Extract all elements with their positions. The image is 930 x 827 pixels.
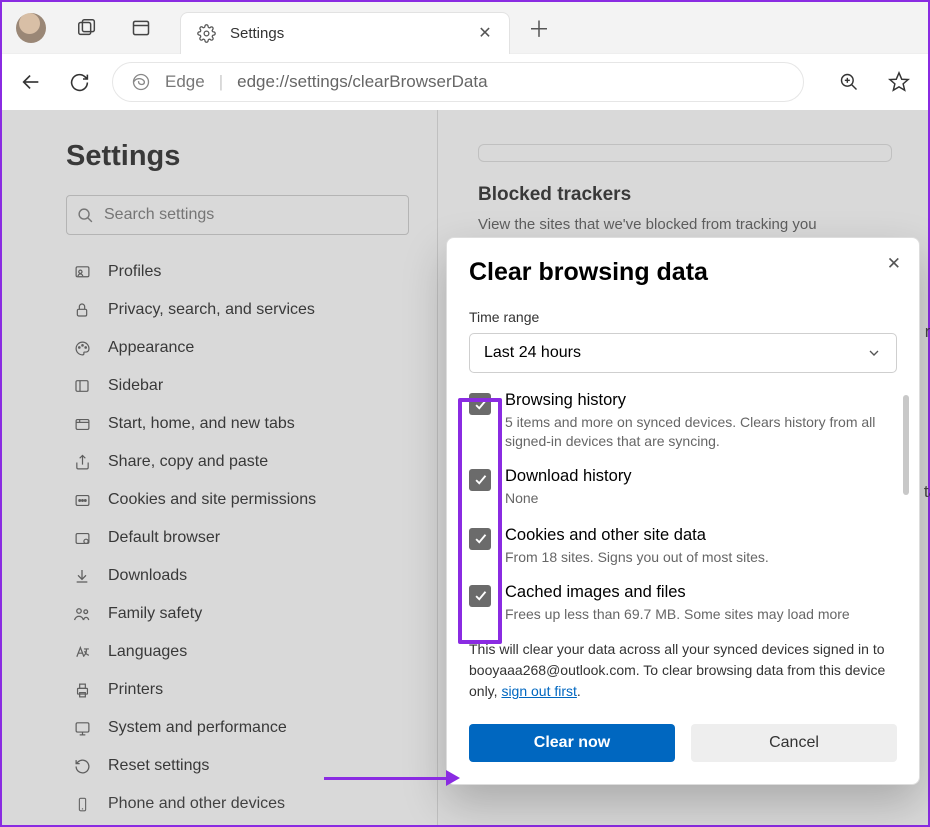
option-title: Download history <box>505 467 632 486</box>
gear-icon <box>197 24 216 43</box>
checkbox-browsing-history[interactable] <box>469 393 491 415</box>
tab-actions-icon[interactable] <box>130 17 152 39</box>
checkbox-cookies[interactable] <box>469 528 491 550</box>
option-desc: None <box>505 489 632 508</box>
toolbar: Edge | edge://settings/clearBrowserData <box>2 54 928 110</box>
tab-title: Settings <box>230 25 475 42</box>
option-cookies: Cookies and other site data From 18 site… <box>469 526 897 567</box>
option-cache: Cached images and files Frees up less th… <box>469 583 897 624</box>
checkbox-cache[interactable] <box>469 585 491 607</box>
option-title: Cached images and files <box>505 583 850 602</box>
chevron-down-icon <box>866 345 882 361</box>
cancel-button[interactable]: Cancel <box>691 724 897 762</box>
close-dialog-button[interactable]: ✕ <box>883 250 905 278</box>
checkbox-download-history[interactable] <box>469 469 491 491</box>
avatar[interactable] <box>16 13 46 43</box>
edge-logo-icon <box>131 72 151 92</box>
refresh-button[interactable] <box>64 67 94 97</box>
tab-strip: Settings ✕ ＋ <box>2 2 928 54</box>
clear-browsing-data-dialog: ✕ Clear browsing data Time range Last 24… <box>446 237 920 785</box>
dialog-title: Clear browsing data <box>469 258 897 287</box>
clear-now-button[interactable]: Clear now <box>469 724 675 762</box>
option-download-history: Download history None <box>469 467 897 508</box>
sync-note: This will clear your data across all you… <box>469 639 897 702</box>
new-tab-button[interactable]: ＋ <box>528 12 550 44</box>
data-type-list: Browsing history 5 items and more on syn… <box>469 391 897 623</box>
address-url: edge://settings/clearBrowserData <box>237 72 487 92</box>
option-desc: From 18 sites. Signs you out of most sit… <box>505 548 769 567</box>
sign-out-link[interactable]: sign out first <box>501 683 576 699</box>
workspaces-icon[interactable] <box>76 17 98 39</box>
note-text: . <box>577 683 581 699</box>
option-title: Cookies and other site data <box>505 526 769 545</box>
address-separator: | <box>219 72 223 92</box>
annotation-arrow <box>324 770 460 786</box>
favorite-icon[interactable] <box>884 67 914 97</box>
timerange-label: Time range <box>469 309 897 325</box>
back-button[interactable] <box>16 67 46 97</box>
timerange-value: Last 24 hours <box>484 344 581 362</box>
option-title: Browsing history <box>505 391 897 410</box>
zoom-icon[interactable] <box>834 67 864 97</box>
scrollbar[interactable] <box>903 395 909 495</box>
option-desc: 5 items and more on synced devices. Clea… <box>505 413 897 451</box>
address-bar[interactable]: Edge | edge://settings/clearBrowserData <box>112 62 804 102</box>
option-browsing-history: Browsing history 5 items and more on syn… <box>469 391 897 451</box>
address-brand: Edge <box>165 72 205 92</box>
option-desc: Frees up less than 69.7 MB. Some sites m… <box>505 605 850 624</box>
close-tab-button[interactable]: ✕ <box>475 23 495 43</box>
browser-tab[interactable]: Settings ✕ <box>180 12 510 54</box>
timerange-select[interactable]: Last 24 hours <box>469 333 897 373</box>
